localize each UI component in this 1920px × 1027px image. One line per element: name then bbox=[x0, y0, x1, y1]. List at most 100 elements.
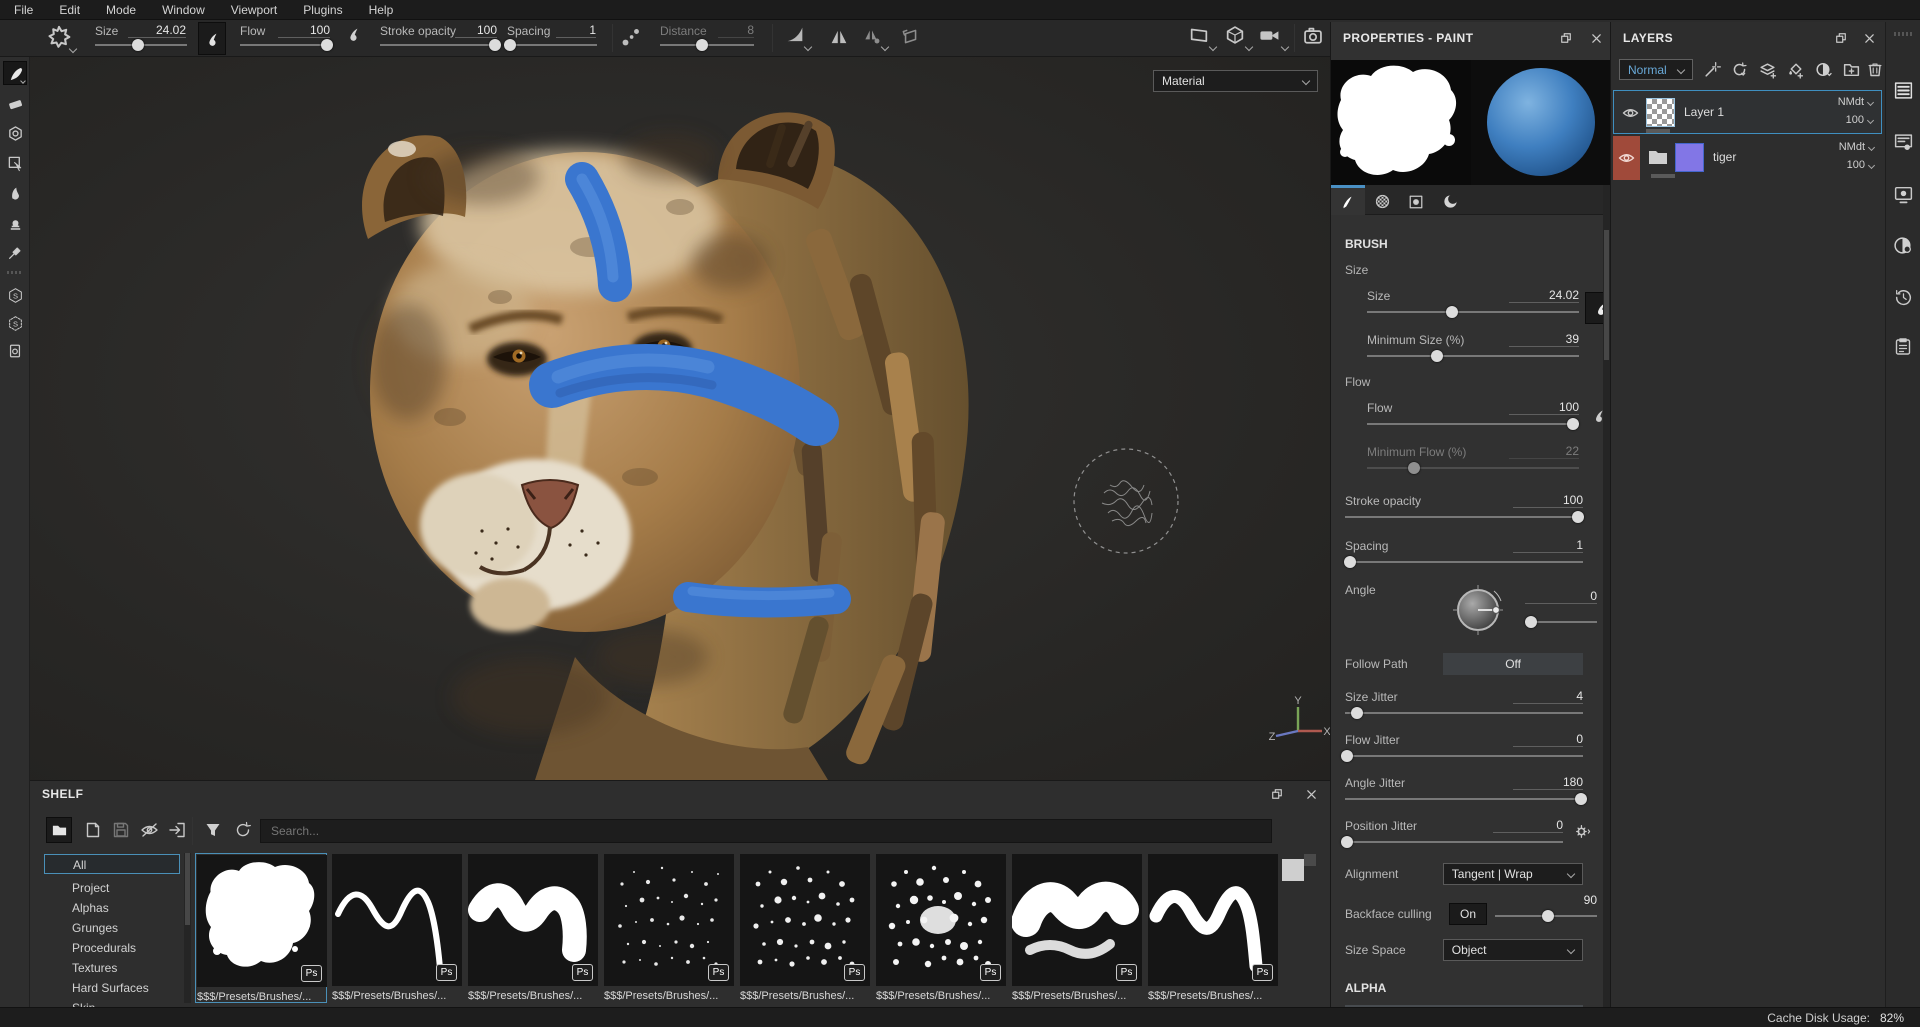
flow-value[interactable]: 100 bbox=[1509, 400, 1579, 415]
material-picker-tool-button[interactable] bbox=[3, 241, 27, 265]
category-grunges[interactable]: Grunges bbox=[44, 918, 180, 938]
stroke-opacity-slider[interactable] bbox=[1345, 510, 1583, 524]
layers-close-button[interactable] bbox=[1862, 31, 1876, 45]
layers-float-button[interactable] bbox=[1834, 31, 1848, 45]
toolbar-size-value[interactable]: 24.02 bbox=[128, 23, 186, 38]
min-size-value[interactable]: 39 bbox=[1509, 332, 1579, 347]
size-jitter-slider[interactable] bbox=[1345, 706, 1583, 720]
category-alphas[interactable]: Alphas bbox=[44, 898, 180, 918]
eraser-tool-button[interactable] bbox=[3, 91, 27, 115]
layer-opacity[interactable]: 100 bbox=[1846, 114, 1873, 126]
viewport-display-button[interactable] bbox=[1188, 24, 1218, 52]
snapshot-button[interactable] bbox=[1302, 25, 1328, 51]
angle-jitter-slider[interactable] bbox=[1345, 792, 1583, 806]
thumbnail-size-small-button[interactable] bbox=[1304, 854, 1316, 866]
shelf-float-button[interactable] bbox=[1270, 787, 1284, 801]
category-textures[interactable]: Textures bbox=[44, 958, 180, 978]
import-resources-button[interactable] bbox=[168, 821, 187, 839]
clone-tool-button[interactable] bbox=[3, 211, 27, 235]
brush-tile[interactable]: Ps $$$/Presets/Brushes/... bbox=[467, 853, 599, 1003]
lazy-mouse-button[interactable] bbox=[900, 26, 924, 50]
category-scrollbar[interactable] bbox=[184, 853, 191, 1003]
size-slider[interactable] bbox=[1367, 305, 1579, 319]
position-jitter-value[interactable]: 0 bbox=[1493, 818, 1563, 833]
add-folder-button[interactable] bbox=[1842, 60, 1861, 79]
brush-tile[interactable]: Ps $$$/Presets/Brushes/... bbox=[1147, 853, 1279, 1003]
brush-tile[interactable]: Ps $$$/Presets/Brushes/... bbox=[195, 853, 327, 1003]
toolbar-spacing-slider[interactable] bbox=[507, 38, 597, 52]
material-sphere-preview[interactable] bbox=[1471, 60, 1610, 185]
symmetry-button[interactable] bbox=[828, 26, 852, 50]
category-all[interactable]: All bbox=[44, 854, 180, 874]
polygon-fill-tool-button[interactable] bbox=[3, 151, 27, 175]
material-mode-select[interactable]: Material bbox=[1153, 70, 1318, 92]
min-flow-value[interactable]: 22 bbox=[1509, 444, 1579, 459]
brush-tile[interactable]: Ps $$$/Presets/Brushes/... bbox=[331, 853, 463, 1003]
menu-edit[interactable]: Edit bbox=[59, 3, 80, 17]
flow-pressure-toggle[interactable] bbox=[345, 26, 367, 50]
min-flow-slider[interactable] bbox=[1367, 461, 1579, 475]
follow-path-toggle[interactable]: Off bbox=[1443, 653, 1583, 675]
camera-view-button[interactable] bbox=[1258, 24, 1290, 52]
layer-row-tiger[interactable]: tiger NMdt 100 bbox=[1613, 136, 1882, 180]
brush-stroke-preview[interactable] bbox=[1331, 60, 1471, 185]
properties-float-button[interactable] bbox=[1559, 31, 1573, 45]
display-settings-button[interactable] bbox=[1893, 184, 1914, 205]
viewport-3d[interactable]: Material Y X Z bbox=[30, 57, 1330, 780]
alignment-select[interactable]: Tangent | Wrap bbox=[1443, 863, 1583, 885]
brush-preset-button[interactable] bbox=[46, 24, 80, 54]
shader-settings-button[interactable] bbox=[1893, 235, 1914, 256]
brush-tile[interactable]: Ps $$$/Presets/Brushes/... bbox=[603, 853, 735, 1003]
position-jitter-slider[interactable] bbox=[1345, 835, 1563, 849]
resources-smart-button[interactable]: S bbox=[3, 311, 27, 335]
delete-layer-button[interactable] bbox=[1866, 60, 1884, 78]
properties-scrollbar[interactable] bbox=[1603, 185, 1610, 1007]
smudge-tool-button[interactable] bbox=[3, 181, 27, 205]
brush-tile[interactable]: Ps $$$/Presets/Brushes/... bbox=[1011, 853, 1143, 1003]
category-hard-surfaces[interactable]: Hard Surfaces bbox=[44, 978, 180, 998]
stroke-opacity-value[interactable]: 100 bbox=[1513, 493, 1583, 508]
size-value[interactable]: 24.02 bbox=[1509, 288, 1579, 303]
properties-close-button[interactable] bbox=[1589, 31, 1603, 45]
brush-tile[interactable]: Ps $$$/Presets/Brushes/... bbox=[739, 853, 871, 1003]
size-pressure-toggle[interactable] bbox=[198, 22, 226, 55]
refresh-button[interactable] bbox=[234, 821, 252, 839]
toolbar-flow-value[interactable]: 100 bbox=[278, 23, 330, 38]
toolbar-size-slider[interactable] bbox=[95, 38, 187, 52]
toolbar-distance-value[interactable]: 8 bbox=[718, 23, 754, 38]
layer-visibility-toggle[interactable] bbox=[1622, 106, 1639, 120]
layer-thumbnail[interactable] bbox=[1675, 143, 1704, 172]
menu-window[interactable]: Window bbox=[162, 3, 205, 17]
angle-jitter-value[interactable]: 180 bbox=[1513, 775, 1583, 790]
menu-mode[interactable]: Mode bbox=[106, 3, 136, 17]
angle-slider[interactable] bbox=[1527, 615, 1597, 629]
brush-tile[interactable]: Ps $$$/Presets/Brushes/... bbox=[875, 853, 1007, 1003]
toolbar-stroke-opacity-value[interactable]: 100 bbox=[455, 23, 497, 38]
add-smart-mask-button[interactable] bbox=[1814, 60, 1833, 82]
geometry-view-button[interactable] bbox=[1224, 24, 1254, 52]
layer-channels[interactable]: NMdt bbox=[1838, 96, 1873, 108]
menu-plugins[interactable]: Plugins bbox=[303, 3, 342, 17]
texture-set-list-button[interactable] bbox=[1893, 80, 1914, 101]
tab-stencil[interactable] bbox=[1399, 188, 1433, 215]
blend-mode-select[interactable]: Normal bbox=[1619, 59, 1693, 80]
tab-alpha[interactable] bbox=[1365, 188, 1399, 215]
toolbar-distance-slider[interactable] bbox=[660, 38, 754, 52]
backface-amount[interactable]: 90 bbox=[1527, 893, 1597, 907]
hide-resources-button[interactable] bbox=[140, 821, 159, 839]
menu-viewport[interactable]: Viewport bbox=[231, 3, 277, 17]
symmetry-settings-button[interactable] bbox=[862, 26, 892, 52]
falloff-curve-button[interactable] bbox=[784, 24, 814, 52]
toolbar-stroke-opacity-slider[interactable] bbox=[380, 38, 497, 52]
add-layer-button[interactable] bbox=[1758, 60, 1777, 79]
spacing-value[interactable]: 1 bbox=[1513, 538, 1583, 553]
search-input[interactable] bbox=[260, 819, 1272, 843]
layer-visibility-toggle[interactable] bbox=[1613, 136, 1640, 180]
size-jitter-value[interactable]: 4 bbox=[1513, 689, 1583, 704]
layer-name[interactable]: Layer 1 bbox=[1684, 105, 1724, 119]
resources-substance-button[interactable]: S bbox=[3, 283, 27, 307]
log-button[interactable] bbox=[1893, 337, 1914, 358]
min-size-slider[interactable] bbox=[1367, 349, 1579, 363]
backface-toggle[interactable]: On bbox=[1449, 903, 1487, 925]
tab-brush[interactable] bbox=[1331, 188, 1365, 215]
